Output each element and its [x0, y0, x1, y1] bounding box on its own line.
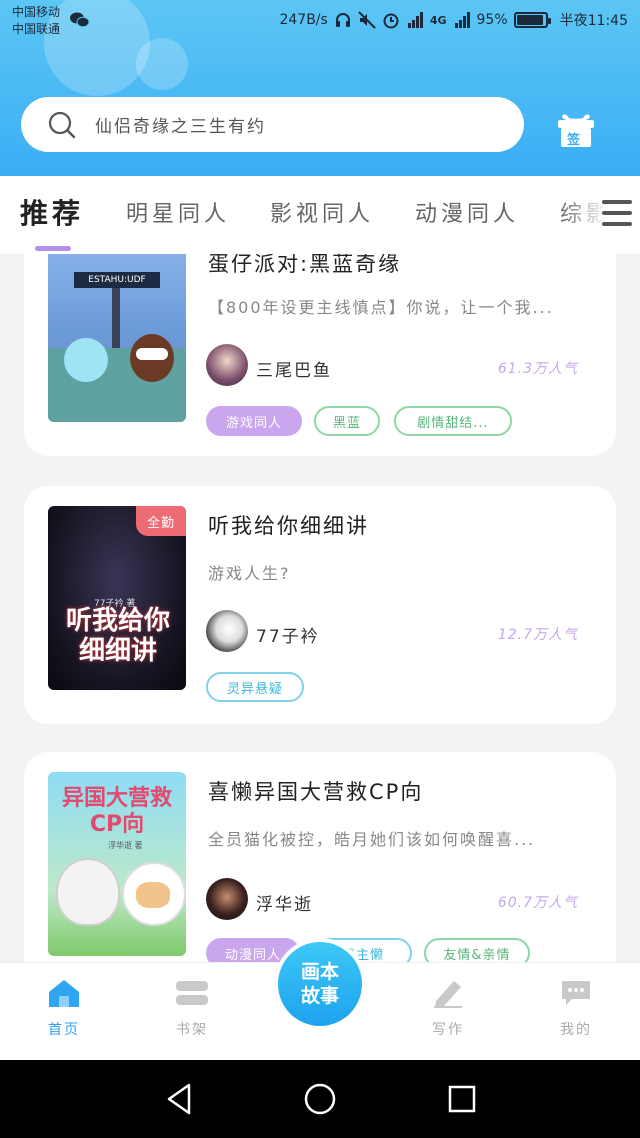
tag[interactable]: 黑蓝 [314, 406, 380, 436]
carrier-1: 中国移动 [12, 5, 61, 19]
status-bar: 中国移动 中国联通 247B/s 4G 95% 半夜11:45 [0, 0, 640, 46]
popularity: 12.7万人气 [497, 627, 578, 643]
cover-title: 异国大营救CP向 [61, 786, 172, 837]
popularity: 61.3万人气 [497, 361, 578, 377]
nav-write[interactable]: 写作 [408, 977, 488, 1039]
book-card[interactable]: 全勤 77子衿 著 听我给你细细讲 听我给你细细讲 游戏人生? 77子衿 12.… [24, 486, 616, 724]
status-icons: 247B/s 4G 95% 半夜11:45 [279, 10, 628, 30]
recent-apps-icon[interactable] [447, 1084, 477, 1114]
tag[interactable]: 游戏同人 [206, 406, 302, 436]
popularity: 60.7万人气 [497, 895, 578, 911]
nav-bookshelf-label: 书架 [176, 1022, 208, 1038]
clock: 半夜11:45 [559, 13, 628, 29]
author-avatar[interactable] [206, 878, 248, 920]
nav-bookshelf[interactable]: 书架 [152, 977, 232, 1039]
cover-author: 浮华逝 著 [108, 841, 143, 850]
signal-2g-icon [407, 12, 423, 28]
battery-percent: 95% [476, 12, 508, 28]
signal-4g-icon [454, 12, 470, 28]
carrier-info: 中国移动 中国联通 [12, 4, 60, 38]
tag[interactable]: 灵异悬疑 [206, 672, 304, 702]
active-tab-underline [35, 246, 71, 251]
tab-menu-icon[interactable] [602, 200, 632, 230]
book-description: 全员猫化被控，皓月她们该如何唤醒喜... [208, 830, 536, 849]
cover-caption: ESTAHU:UDF [74, 272, 160, 288]
tab-recommend-label[interactable]: 推荐 [20, 192, 84, 232]
book-card[interactable]: ESTAHU:UDF 蛋仔派对:黑蓝奇缘 【800年设更主线慎点】你说，让一个我… [24, 220, 616, 456]
author-avatar[interactable] [206, 610, 248, 652]
nav-home-label: 首页 [48, 1022, 80, 1038]
nav-write-label: 写作 [432, 1022, 464, 1038]
category-tabs-overlay: 推荐 明星同人 影视同人 动漫同人 综影 [0, 176, 640, 252]
sign-in-gift-button[interactable]: 签 [556, 110, 596, 148]
search-icon [48, 111, 76, 138]
cover-character-sheep-face [136, 882, 170, 908]
author-name[interactable]: 三尾巴鱼 [256, 356, 332, 381]
author-avatar[interactable] [206, 344, 248, 386]
headphones-icon [335, 13, 350, 27]
header: 中国移动 中国联通 247B/s 4G 95% 半夜11:45 仙侣奇缘之三生有… [0, 0, 640, 176]
wechat-icon [70, 12, 90, 28]
create-story-button[interactable]: 画本故事 [274, 938, 366, 1030]
pen-icon [434, 981, 462, 1008]
book-title[interactable]: 听我给你细细讲 [208, 510, 369, 540]
nav-home[interactable]: 首页 [24, 977, 104, 1039]
book-description: 游戏人生? [208, 564, 291, 583]
book-cover[interactable]: 全勤 77子衿 著 听我给你细细讲 [48, 506, 186, 690]
bookshelf-icon [176, 981, 208, 1005]
home-icon [49, 980, 79, 1007]
search-bar[interactable]: 仙侣奇缘之三生有约 [21, 97, 524, 152]
tag[interactable]: 剧情甜结... [394, 406, 512, 436]
chat-bubble-icon [562, 981, 590, 1005]
back-icon[interactable] [164, 1082, 194, 1116]
tab-celebrity-fanfic-label[interactable]: 明星同人 [126, 196, 230, 228]
nav-profile[interactable]: 我的 [536, 977, 616, 1039]
author-name[interactable]: 浮华逝 [256, 890, 313, 915]
cover-character-mask [136, 348, 168, 360]
alarm-icon [383, 13, 399, 29]
network-speed: 247B/s [279, 12, 328, 28]
book-cover[interactable]: 异国大营救CP向 浮华逝 著 [48, 772, 186, 956]
mute-icon [358, 11, 376, 29]
create-story-label: 画本故事 [300, 961, 339, 1007]
nav-profile-label: 我的 [560, 1022, 592, 1038]
carrier-2: 中国联通 [12, 22, 61, 36]
system-nav-bar [0, 1060, 640, 1138]
battery-icon [513, 12, 551, 28]
tab-film-fanfic-label[interactable]: 影视同人 [270, 196, 374, 228]
cover-character-blue [64, 338, 108, 382]
search-placeholder: 仙侣奇缘之三生有约 [95, 117, 266, 137]
tab-anime-fanfic-label[interactable]: 动漫同人 [415, 196, 519, 228]
home-circle-icon[interactable] [303, 1082, 337, 1116]
book-cover[interactable]: ESTAHU:UDF [48, 228, 186, 422]
full-attendance-badge: 全勤 [136, 506, 186, 536]
network-type: 4G [429, 13, 447, 27]
book-title[interactable]: 喜懒异国大营救CP向 [208, 776, 423, 806]
sign-in-label: 签 [567, 133, 581, 148]
book-description: 【800年设更主线慎点】你说，让一个我... [208, 298, 554, 317]
cover-character-wolf [56, 858, 120, 926]
author-name[interactable]: 77子衿 [256, 622, 320, 647]
battery-fill [516, 15, 544, 25]
cover-title: 听我给你细细讲 [65, 606, 170, 666]
